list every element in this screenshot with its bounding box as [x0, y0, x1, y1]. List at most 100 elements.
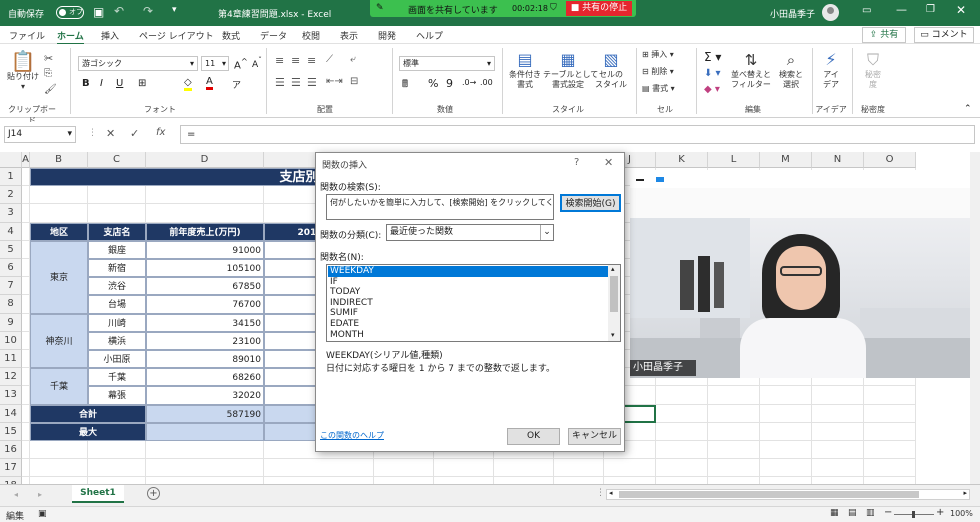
- zoom-slider[interactable]: [894, 511, 934, 518]
- row-header[interactable]: 18: [0, 477, 22, 484]
- grid-cell[interactable]: [22, 240, 30, 259]
- branch-cell[interactable]: 横浜: [88, 331, 146, 350]
- grid-cell[interactable]: [708, 459, 760, 478]
- font-name-select[interactable]: 游ゴシック ▾: [78, 56, 198, 71]
- row-header[interactable]: 12: [0, 368, 22, 387]
- conditional-format-button[interactable]: ▤ 条件付き 書式: [505, 50, 545, 90]
- orientation-icon[interactable]: ⟋: [326, 54, 333, 65]
- grid-cell[interactable]: [708, 422, 760, 441]
- grow-font-icon[interactable]: A^: [234, 56, 248, 71]
- grid-cell[interactable]: [22, 459, 30, 478]
- name-box[interactable]: J14 ▾: [4, 126, 76, 143]
- grid-cell[interactable]: [88, 477, 146, 484]
- row-header[interactable]: 14: [0, 404, 22, 423]
- branch-cell[interactable]: 小田原: [88, 350, 146, 369]
- grid-cell[interactable]: [760, 422, 812, 441]
- grid-cell[interactable]: [22, 277, 30, 296]
- grid-cell[interactable]: [656, 422, 708, 441]
- grid-cell[interactable]: [264, 477, 374, 484]
- grid-cell[interactable]: [88, 204, 146, 223]
- tab-developer[interactable]: 開発: [378, 29, 396, 42]
- increase-decimal-icon[interactable]: .0→: [462, 78, 476, 87]
- undo-icon[interactable]: ↶: [114, 4, 124, 18]
- shrink-font-icon[interactable]: Aˇ: [252, 56, 262, 70]
- save-icon[interactable]: ▣: [93, 5, 104, 19]
- row-header[interactable]: 15: [0, 422, 22, 441]
- align-left-icon[interactable]: ☰: [275, 76, 285, 89]
- new-sheet-icon[interactable]: +: [147, 487, 160, 500]
- row-header[interactable]: 4: [0, 222, 22, 241]
- sales-cell[interactable]: 76700: [146, 295, 264, 314]
- grid-cell[interactable]: [656, 477, 708, 484]
- grid-cell[interactable]: [864, 404, 916, 423]
- grid-cell[interactable]: [494, 477, 554, 484]
- tab-view[interactable]: 表示: [340, 29, 358, 42]
- align-middle-icon[interactable]: ≡: [291, 54, 300, 67]
- prev-sheet-icon[interactable]: ◂: [14, 490, 18, 499]
- clear-icon[interactable]: ◆ ▾: [704, 84, 720, 95]
- function-list-item[interactable]: TODAY: [328, 287, 608, 298]
- zoom-slider-thumb[interactable]: [912, 511, 915, 518]
- sort-filter-button[interactable]: ⇅ 並べ替えと フィルター: [728, 50, 774, 90]
- align-bottom-icon[interactable]: ≡: [307, 54, 316, 67]
- row-header[interactable]: 9: [0, 313, 22, 332]
- column-header[interactable]: D: [146, 152, 264, 168]
- grid-cell[interactable]: [812, 404, 864, 423]
- bold-button[interactable]: B: [82, 78, 90, 89]
- font-size-select[interactable]: 11 ▾: [201, 56, 229, 71]
- sensitivity-button[interactable]: ⛉ 秘密 度: [858, 50, 888, 90]
- phonetic-icon[interactable]: ア: [232, 78, 241, 91]
- total-label[interactable]: 合計: [30, 404, 146, 423]
- grid-cell[interactable]: [30, 477, 88, 484]
- grid-cell[interactable]: [88, 186, 146, 205]
- minimize-video-icon[interactable]: [636, 179, 644, 181]
- max-label[interactable]: 最大: [30, 422, 146, 441]
- grid-cell[interactable]: [30, 459, 88, 478]
- comma-icon[interactable]: 9: [446, 77, 453, 90]
- function-list-item[interactable]: INDIRECT: [328, 298, 608, 309]
- currency-icon[interactable]: 🖩: [402, 77, 408, 94]
- borders-icon[interactable]: ⊞: [138, 78, 146, 89]
- grid-cell[interactable]: [604, 477, 656, 484]
- scroll-down-icon[interactable]: ▾: [611, 331, 615, 339]
- decrease-decimal-icon[interactable]: .00: [480, 78, 493, 87]
- vertical-scrollbar[interactable]: [970, 152, 980, 484]
- number-format-select[interactable]: 標準 ▾: [399, 56, 495, 71]
- column-header[interactable]: K: [656, 152, 708, 168]
- format-cells-button[interactable]: ▤ 書式 ▾: [642, 84, 675, 94]
- cut-icon[interactable]: ✂: [44, 52, 53, 65]
- grid-cell[interactable]: [760, 459, 812, 478]
- grid-cell[interactable]: [22, 386, 30, 405]
- region-cell[interactable]: 東京: [30, 240, 88, 314]
- grid-cell[interactable]: [264, 459, 374, 478]
- zoom-in-icon[interactable]: +: [936, 507, 944, 518]
- grid-cell[interactable]: [494, 459, 554, 478]
- grid-cell[interactable]: [22, 350, 30, 369]
- page-layout-view-icon[interactable]: ▤: [848, 508, 857, 518]
- scroll-up-icon[interactable]: ▴: [611, 265, 615, 273]
- grid-cell[interactable]: [88, 441, 146, 460]
- next-sheet-icon[interactable]: ▸: [38, 490, 42, 499]
- row-header[interactable]: 13: [0, 386, 22, 405]
- grid-cell[interactable]: [708, 477, 760, 484]
- branch-cell[interactable]: 台場: [88, 295, 146, 314]
- function-list-item[interactable]: IF: [328, 277, 608, 288]
- grid-cell[interactable]: [864, 459, 916, 478]
- insert-function-icon[interactable]: fx: [156, 127, 165, 138]
- sales-cell[interactable]: 91000: [146, 240, 264, 259]
- column-header[interactable]: C: [88, 152, 146, 168]
- grid-cell[interactable]: [656, 404, 708, 423]
- table-header[interactable]: 前年度売上(万円): [146, 222, 264, 241]
- search-start-button[interactable]: 検索開始(G): [560, 194, 621, 212]
- page-break-view-icon[interactable]: ▥: [866, 508, 875, 518]
- column-header[interactable]: L: [708, 152, 760, 168]
- grid-cell[interactable]: [656, 441, 708, 460]
- grid-cell[interactable]: [146, 204, 264, 223]
- tab-data[interactable]: データ: [260, 29, 287, 42]
- sales-cell[interactable]: 34150: [146, 313, 264, 332]
- sales-cell[interactable]: 68260: [146, 368, 264, 387]
- max-value[interactable]: [146, 422, 264, 441]
- row-header[interactable]: 1: [0, 168, 22, 187]
- region-cell[interactable]: 千葉: [30, 368, 88, 405]
- grid-cell[interactable]: [864, 477, 916, 484]
